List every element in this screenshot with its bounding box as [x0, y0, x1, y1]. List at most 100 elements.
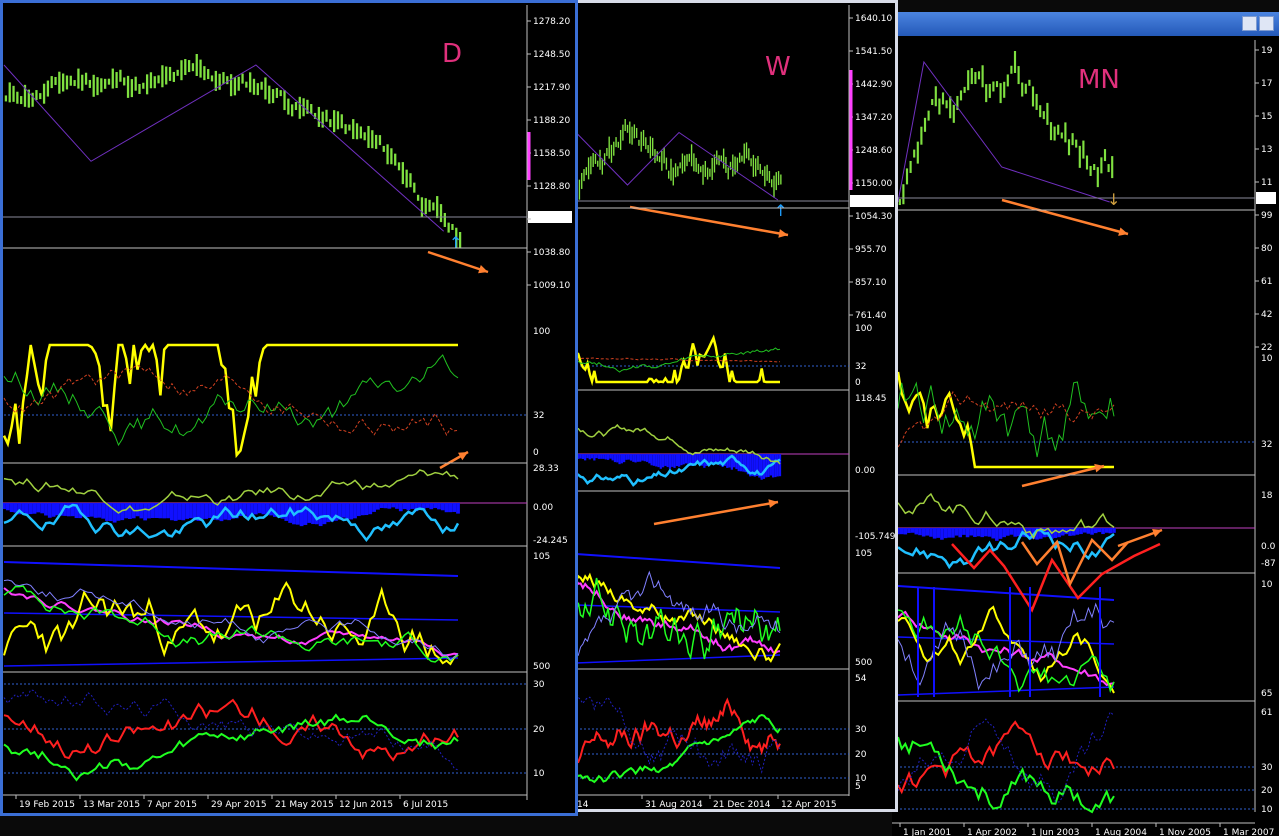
price-tick-label: 1128.80: [533, 182, 570, 192]
date-tick-label: 31 Aug 2014: [645, 800, 703, 810]
timeframe-label: MN: [1078, 65, 1120, 95]
adx-red-line: [575, 697, 781, 764]
osc2-tick-label: 18: [1261, 491, 1273, 501]
osc1-tick-label: 0: [855, 378, 861, 388]
ma-tick-label: 105: [533, 552, 550, 562]
divergence-arrow-price-head: [478, 265, 488, 274]
osc2-tick-label: 0.0: [1261, 542, 1276, 552]
osc2-tick-label: -105.749: [855, 532, 896, 542]
ma-pink-line: [897, 610, 1115, 687]
price-tick-label: 19: [1261, 46, 1273, 56]
w-chart-canvas[interactable]: 1099.03 1640.10 1541.50 1442.90 1347.20 1248.…: [572, 0, 898, 812]
osc1-ma-line: [897, 390, 1115, 448]
adx-red-line: [3, 698, 459, 762]
signal-arrow-icon: ↑: [449, 233, 462, 252]
price-tick-label: 80: [1261, 244, 1273, 254]
date-tick-label: 12 Apr 2015: [781, 800, 837, 810]
osc1-tick-label: 0: [533, 448, 539, 458]
price-tick-label: 22: [1261, 343, 1272, 353]
price-tick-label: 857.10: [855, 278, 887, 288]
price-tick-label: 761.40: [855, 311, 887, 321]
adx-tick-label: 5: [533, 0, 539, 3]
price-tick-label: 1150.00: [855, 179, 892, 189]
date-tick-label: 1 Aug 2004: [1095, 828, 1147, 836]
mn-chart-canvas[interactable]: 10 19 17 15 13 11 99 80 61 42 22 MN ↓ 10 32 18 0.0 -87 10 6…: [892, 12, 1279, 836]
mn-orange-pattern: [1020, 537, 1129, 588]
date-tick-label: 12 Jun 2015: [339, 800, 393, 810]
osc1-tick-label: 10: [1261, 354, 1273, 364]
price-tick-label: 1068.50: [533, 215, 570, 225]
price-tick-label: 1009.10: [533, 281, 570, 291]
osc1-tick-label: 100: [533, 327, 550, 337]
osc2-tick-label: -87: [1261, 559, 1276, 569]
date-tick-label: 19 Feb 2015: [19, 800, 75, 810]
ma-top-band: [3, 561, 459, 577]
date-tick-label: 1 Mar 2007: [1223, 828, 1274, 836]
date-tick-label: 13 Mar 2015: [83, 800, 140, 810]
osc1-signal-line: [3, 354, 459, 447]
chart-window-w[interactable]: 1099.03 1640.10 1541.50 1442.90 1347.20 1248.…: [572, 0, 898, 812]
current-price-label: 1099.03: [852, 198, 889, 208]
adx-green-line: [3, 713, 459, 782]
signal-arrow-icon: ↑: [774, 201, 787, 220]
divergence-arrow-osc2-head: [768, 499, 778, 508]
date-tick-label: 21 May 2015: [275, 800, 334, 810]
ma-low-band: [3, 657, 459, 667]
price-tick-label: 1442.90: [855, 80, 892, 90]
mn-red-pattern: [951, 542, 1161, 613]
chart-window-d[interactable]: 1099.03 1278.20 1248.50 1217.90 1188.20 1158.…: [0, 0, 578, 816]
timeframe-label: D: [442, 39, 462, 69]
price-tick-label: 1188.20: [533, 116, 570, 126]
date-tick-label: 7 Apr 2015: [147, 800, 197, 810]
price-tick-label: 11: [1261, 178, 1272, 188]
divergence-arrow-price: [427, 250, 489, 274]
price-tick-label: 1347.20: [855, 113, 892, 123]
d-chart-canvas[interactable]: 1099.031278.201248.501217.901188.201158.…: [0, 0, 578, 816]
ma-tick-label: 500: [855, 658, 872, 668]
adx-red-line: [897, 720, 1115, 795]
price-tick-label: 1640.10: [855, 14, 892, 24]
osc1-tick-label: 32: [1261, 440, 1272, 450]
zigzag-line: [3, 64, 445, 232]
ma-tick-label: 65: [1261, 689, 1272, 699]
adx-tick-label: 30: [855, 725, 867, 735]
divergence-arrow-price: [629, 205, 789, 237]
chart-window-mn[interactable]: 10 19 17 15 13 11 99 80 61 42 22 MN ↓ 10 32 18 0.0 -87 10 6…: [892, 12, 1279, 836]
date-tick-label: 1 Jun 2003: [1031, 828, 1079, 836]
adx-tick-label: 54: [855, 674, 867, 684]
zigzag-line: [575, 131, 779, 201]
divergence-arrow-osc2: [653, 500, 779, 526]
price-tick-label: 15: [1261, 112, 1272, 122]
price-tick-label: 99: [1261, 211, 1273, 221]
adx-tick-label: 10: [533, 769, 545, 779]
date-tick-label: 1 Apr 2002: [967, 828, 1017, 836]
ma-tick-label: 10: [1261, 580, 1273, 590]
timeframe-label: W: [765, 52, 791, 82]
divergence-arrow-osc1: [1021, 464, 1105, 488]
price-tick-label: 1217.90: [533, 83, 570, 93]
ma-tick-label: 105: [855, 549, 872, 559]
price-tick-label: 1248.50: [533, 50, 570, 60]
price-tick-label: 13: [1261, 145, 1272, 155]
adx-tick-label: 20: [1261, 786, 1273, 796]
price-tick-label: 1054.30: [855, 212, 892, 222]
osc1-tick-label: 32: [533, 411, 544, 421]
adx-tick-label: 20: [533, 725, 545, 735]
price-tick-label: 1248.60: [855, 146, 892, 156]
price-tick-label: 61: [1261, 277, 1272, 287]
ma-thin-line: [897, 602, 1115, 691]
date-tick-label: 29 Apr 2015: [211, 800, 267, 810]
ma-low-band: [575, 654, 781, 664]
adx-tick-label: 30: [1261, 763, 1273, 773]
osc2-tick-label: -24.245: [533, 536, 568, 546]
osc1-signal-line: [897, 381, 1115, 458]
current-price-label: 10: [1258, 195, 1270, 205]
adx-tick-label: 10: [1261, 805, 1273, 815]
price-tick-label: 17: [1261, 79, 1272, 89]
date-tick-label: 21 Dec 2014: [713, 800, 771, 810]
osc2-tick-label: 0.00: [855, 466, 875, 476]
ma-top-band: [575, 553, 781, 569]
ma-low-band: [897, 686, 1115, 696]
adx-tick-label: 20: [855, 750, 867, 760]
signal-arrow-icon: ↓: [1107, 190, 1120, 209]
